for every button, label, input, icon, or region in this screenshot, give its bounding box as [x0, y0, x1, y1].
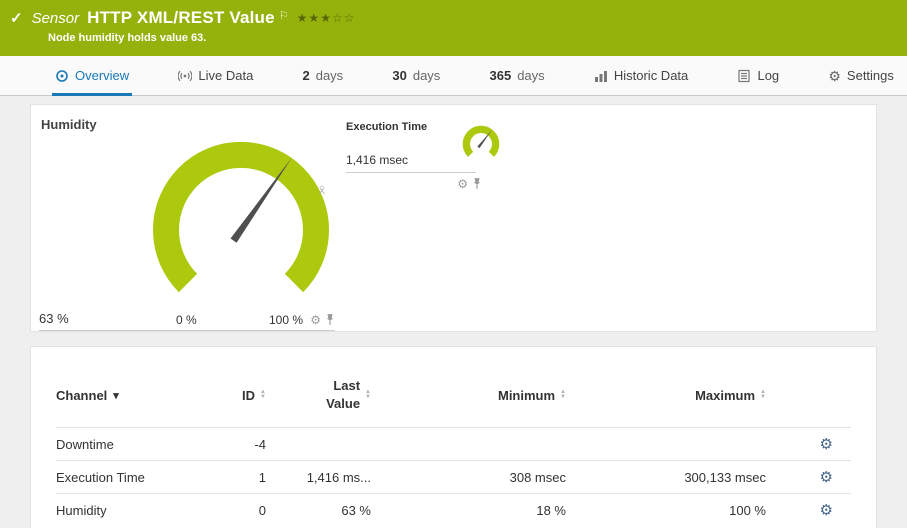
- object-kind-label: Sensor: [32, 10, 80, 27]
- channel-minimum: 308 msec: [371, 470, 566, 485]
- mini-gauge-title: Execution Time: [346, 121, 427, 133]
- overview-icon: [55, 69, 69, 83]
- channel-settings-icon[interactable]: ⚙: [820, 470, 833, 485]
- table-row: Downtime -4 ⚙: [56, 427, 851, 460]
- sort-icon[interactable]: ▲▼: [760, 390, 766, 400]
- channel-dropdown-icon[interactable]: ▾: [113, 389, 119, 402]
- table-row: Execution Time 1 1,416 ms... 308 msec 30…: [56, 460, 851, 493]
- table-row: Humidity 0 63 % 18 % 100 % ⚙: [56, 493, 851, 526]
- channel-id: 1: [206, 470, 266, 485]
- tab-historic-data[interactable]: Historic Data: [591, 56, 691, 95]
- gauges-panel: Humidity 0 % 100 % x̄ 63 % ⚙ Execution T…: [30, 104, 877, 332]
- gauge-title: Humidity: [41, 117, 97, 132]
- channel-name[interactable]: Execution Time: [56, 470, 206, 485]
- execution-time-mini-gauge: Execution Time 1,416 msec ⚙: [346, 121, 476, 173]
- channel-settings-icon[interactable]: ⚙: [820, 437, 833, 452]
- channel-last-value: 63 %: [266, 503, 371, 518]
- tab-365-days[interactable]: 365 days: [487, 56, 548, 95]
- gauge-current-value: 63 %: [39, 311, 69, 326]
- tab-30-days[interactable]: 30 days: [389, 56, 443, 95]
- tab-label: Historic Data: [614, 68, 688, 83]
- tab-label: Log: [757, 68, 779, 83]
- flag-icon[interactable]: ⚐: [279, 9, 289, 22]
- live-data-icon: [178, 69, 192, 83]
- mini-gauge-value: 1,416 msec: [346, 153, 408, 167]
- channel-minimum: 18 %: [371, 503, 566, 518]
- status-ok-icon: ✓: [10, 9, 23, 27]
- channel-table: Channel ▾ ID ▲▼ Last Value ▲▼ Minimum ▲▼…: [30, 346, 877, 528]
- log-icon: [737, 69, 751, 83]
- tab-2-days[interactable]: 2 days: [299, 56, 346, 95]
- table-header-row: Channel ▾ ID ▲▼ Last Value ▲▼ Minimum ▲▼…: [56, 347, 851, 427]
- tab-label: Settings: [847, 68, 894, 83]
- sensor-header: ✓ Sensor HTTP XML/REST Value ⚐ ★★★☆☆ Nod…: [0, 0, 907, 56]
- channel-name[interactable]: Humidity: [56, 503, 206, 518]
- historic-data-icon: [594, 69, 608, 83]
- gauge-settings-gear-icon[interactable]: ⚙: [310, 314, 321, 326]
- column-header-id[interactable]: ID ▲▼: [206, 388, 266, 403]
- channel-settings-icon[interactable]: ⚙: [820, 503, 833, 518]
- priority-stars[interactable]: ★★★☆☆: [297, 11, 356, 25]
- tab-label: Overview: [75, 68, 129, 83]
- average-toggle-icon[interactable]: x̄: [319, 183, 325, 197]
- tab-overview[interactable]: Overview: [52, 56, 132, 95]
- sensor-status-message: Node humidity holds value 63.: [48, 32, 895, 44]
- gauge-footer: 63 % ⚙: [39, 305, 335, 331]
- column-header-maximum[interactable]: Maximum ▲▼: [566, 388, 766, 403]
- pin-icon[interactable]: [325, 313, 335, 326]
- channel-id: -4: [206, 437, 266, 452]
- channel-maximum: 300,133 msec: [566, 470, 766, 485]
- mini-gauge: [458, 123, 504, 165]
- humidity-gauge: [141, 135, 341, 310]
- column-header-minimum[interactable]: Minimum ▲▼: [371, 388, 566, 403]
- channel-name[interactable]: Downtime: [56, 437, 206, 452]
- channel-maximum: 100 %: [566, 503, 766, 518]
- mini-gauge-settings-gear-icon[interactable]: ⚙: [457, 178, 468, 190]
- column-header-channel[interactable]: Channel ▾: [56, 388, 206, 403]
- column-header-last-value[interactable]: Last Value ▲▼: [266, 377, 371, 413]
- tab-live-data[interactable]: Live Data: [175, 56, 256, 95]
- tab-log[interactable]: Log: [734, 56, 782, 95]
- pin-icon[interactable]: [472, 177, 482, 190]
- page-title: HTTP XML/REST Value: [87, 8, 275, 28]
- tab-settings[interactable]: ⚙ Settings: [825, 56, 897, 95]
- channel-last-value: 1,416 ms...: [266, 470, 371, 485]
- tab-bar: Overview Live Data 2 days 30 days 365 da…: [0, 56, 907, 96]
- channel-id: 0: [206, 503, 266, 518]
- tab-label: Live Data: [198, 68, 253, 83]
- settings-gear-icon: ⚙: [828, 69, 841, 83]
